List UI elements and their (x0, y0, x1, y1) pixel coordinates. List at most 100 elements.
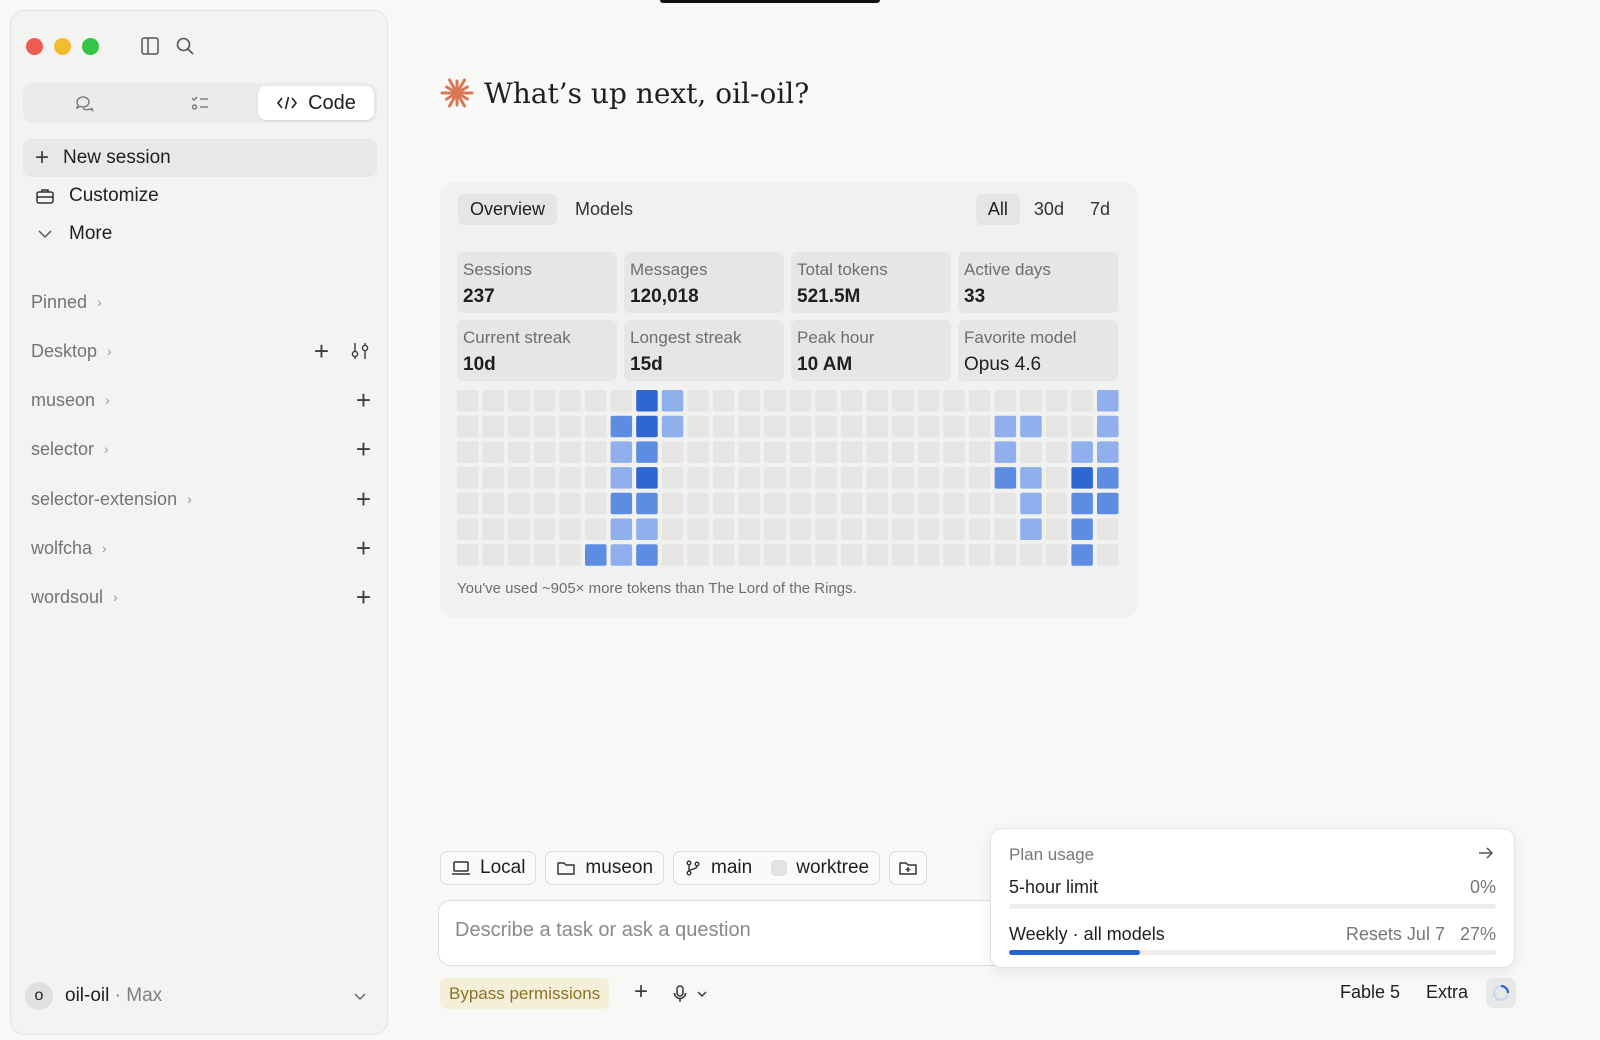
range-all[interactable]: All (975, 194, 1020, 225)
heatmap-cell (585, 467, 607, 489)
heatmap-cell (559, 544, 581, 566)
voice-input-button[interactable] (672, 984, 708, 1004)
chat-icon (75, 96, 94, 112)
folder-plus-icon (899, 862, 917, 875)
minimize-window-button[interactable] (54, 38, 71, 55)
chevron-right-icon: › (107, 343, 112, 359)
add-folder-button[interactable] (889, 851, 928, 885)
sidebar-toggle-icon[interactable] (139, 35, 161, 57)
heatmap-cell (713, 492, 735, 515)
tab-overview[interactable]: Overview (458, 194, 558, 225)
section-museon[interactable]: museon › + (31, 386, 371, 414)
tab-code[interactable]: Code (258, 86, 374, 120)
heatmap-cell (969, 544, 991, 566)
range-7d[interactable]: 7d (1078, 194, 1122, 225)
section-label: wolfcha (31, 537, 93, 558)
stat-label: Sessions (463, 260, 532, 279)
local-chip[interactable]: Local (440, 851, 537, 885)
heatmap-cell (789, 467, 812, 489)
weekly-resets: Resets Jul 7 (1345, 924, 1445, 944)
heatmap-cell (713, 467, 735, 489)
maximize-window-button[interactable] (82, 38, 99, 55)
heatmap-cell (789, 544, 812, 566)
tab-tasks[interactable] (142, 86, 258, 120)
section-desktop[interactable]: Desktop › + (31, 337, 371, 365)
heatmap-cell (610, 492, 633, 515)
branch-worktree-chip[interactable]: main worktree (673, 851, 881, 885)
add-plus-icon[interactable]: + (356, 436, 371, 462)
heatmap-cell (533, 518, 556, 540)
heatmap-cell (1071, 544, 1093, 566)
customize-button[interactable]: Customize (23, 177, 377, 215)
heatmap-cell (815, 415, 837, 438)
heatmap-cell (482, 492, 505, 515)
extra-selector[interactable]: Extra (1426, 982, 1468, 1003)
heatmap-cell (636, 390, 658, 412)
heatmap-cell (1045, 544, 1068, 566)
add-plus-icon[interactable]: + (356, 486, 371, 512)
heatmap-cell (1045, 441, 1068, 463)
heatmap-cell (866, 544, 889, 566)
plus-icon: + (35, 144, 50, 171)
add-plus-icon[interactable]: + (356, 387, 371, 413)
section-selector-extension[interactable]: selector-extension › + (31, 485, 371, 513)
heatmap-cell (1020, 492, 1042, 515)
chevron-right-icon: › (104, 441, 109, 457)
arrow-right-icon[interactable] (1476, 843, 1496, 863)
heatmap-cell (610, 518, 633, 540)
heatmap-cell (815, 492, 837, 515)
new-session-button[interactable]: + New session (23, 139, 377, 177)
prompt-input[interactable] (455, 919, 975, 942)
add-plus-icon[interactable]: + (314, 338, 329, 364)
close-window-button[interactable] (26, 38, 43, 55)
range-30d[interactable]: 30d (1022, 194, 1076, 225)
filter-sliders-icon[interactable] (349, 340, 371, 362)
section-selector[interactable]: selector › + (31, 435, 371, 463)
heatmap-cell (841, 441, 863, 463)
section-wolfcha[interactable]: wolfcha › + (31, 534, 371, 562)
heatmap-cell (610, 390, 633, 412)
stat-current-streak: Current streak 10d (457, 320, 617, 381)
user-menu[interactable]: o oil-oil · Max (25, 976, 373, 1016)
bypass-permissions-button[interactable]: Bypass permissions (440, 978, 610, 1009)
tab-chat[interactable] (26, 86, 142, 120)
heatmap-cell (994, 441, 1017, 463)
stat-value: 15d (630, 354, 663, 375)
more-button[interactable]: More (23, 215, 377, 253)
stat-favorite-model: Favorite model Opus 4.6 (958, 320, 1118, 381)
add-plus-icon[interactable]: + (356, 584, 371, 610)
model-selector[interactable]: Fable 5 (1340, 982, 1400, 1003)
customize-label: Customize (69, 185, 159, 206)
heatmap-cell (508, 415, 530, 438)
heatmap-cell (559, 467, 581, 489)
tab-models[interactable]: Models (563, 194, 645, 225)
chevron-down-icon (38, 230, 52, 239)
add-plus-icon[interactable]: + (356, 535, 371, 561)
heatmap-cell (661, 390, 684, 412)
laptop-icon (452, 861, 470, 875)
folder-label: museon (585, 857, 654, 878)
add-attachment-plus-icon[interactable]: + (634, 980, 648, 1004)
heatmap-cell (559, 441, 581, 463)
five-hour-row: 5-hour limit 0% (1009, 877, 1496, 898)
heatmap-cell (815, 390, 837, 412)
section-wordsoul[interactable]: wordsoul › + (31, 583, 371, 611)
worktree-checkbox[interactable] (771, 860, 788, 876)
briefcase-icon (36, 189, 54, 204)
heatmap-cell (1020, 415, 1042, 438)
heatmap-cell (636, 415, 658, 438)
search-icon[interactable] (174, 35, 196, 57)
folder-chip[interactable]: museon (545, 851, 665, 885)
heatmap-cell (482, 518, 505, 540)
chevron-down-icon (697, 991, 707, 997)
heatmap-cell (610, 415, 633, 438)
heatmap-cell (943, 390, 965, 412)
heatmap-cell (764, 467, 786, 489)
weekly-percent: 27% (1459, 924, 1496, 944)
heatmap-cell (1097, 544, 1119, 566)
section-pinned[interactable]: Pinned › (31, 288, 371, 316)
heatmap-cell (738, 441, 761, 463)
heatmap-cell (457, 544, 479, 566)
heatmap-cell (943, 544, 965, 566)
usage-spinner-button[interactable] (1486, 978, 1516, 1008)
